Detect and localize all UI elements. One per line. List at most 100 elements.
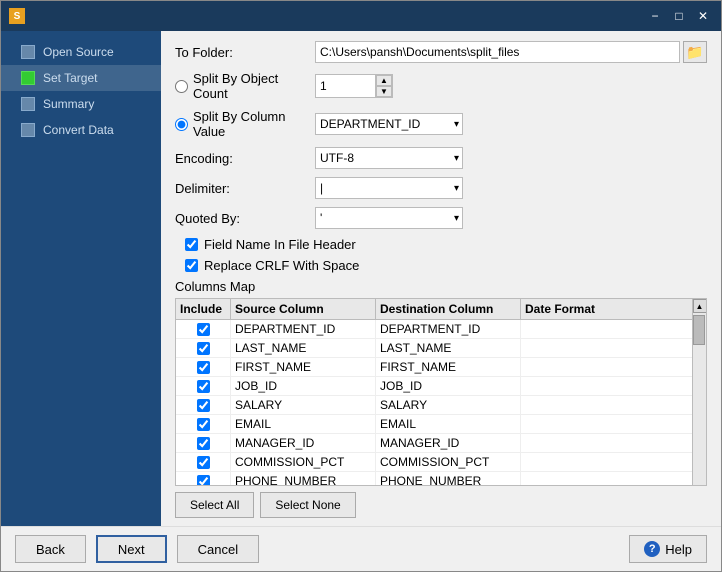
minimize-button[interactable]: −	[645, 7, 665, 25]
table-row[interactable]: COMMISSION_PCTCOMMISSION_PCT	[176, 453, 692, 472]
split-by-column-value-label: Split By Column Value	[175, 109, 315, 139]
next-button[interactable]: Next	[96, 535, 167, 563]
header-include: Include	[176, 299, 231, 319]
sidebar: Open Source Set Target Summary Convert D…	[1, 31, 161, 526]
window: S − □ ✕ Open Source Set Target Summary	[0, 0, 722, 572]
sidebar-item-open-source-label: Open Source	[43, 45, 114, 59]
cell-source: SALARY	[231, 396, 376, 414]
cell-dest: LAST_NAME	[376, 339, 521, 357]
row-include-checkbox[interactable]	[197, 456, 210, 469]
table-row[interactable]: LAST_NAMELAST_NAME	[176, 339, 692, 358]
help-button[interactable]: ? Help	[629, 535, 707, 563]
row-include-checkbox[interactable]	[197, 399, 210, 412]
table-row[interactable]: DEPARTMENT_IDDEPARTMENT_ID	[176, 320, 692, 339]
spinner-up[interactable]: ▲	[376, 75, 392, 86]
row-include-checkbox[interactable]	[197, 380, 210, 393]
cell-date	[521, 339, 692, 357]
table-row[interactable]: MANAGER_IDMANAGER_ID	[176, 434, 692, 453]
to-folder-input-container: 📁	[315, 41, 707, 63]
browse-button[interactable]: 📁	[683, 41, 707, 63]
back-button[interactable]: Back	[15, 535, 86, 563]
cell-date	[521, 415, 692, 433]
cell-source: FIRST_NAME	[231, 358, 376, 376]
object-count-input[interactable]	[316, 75, 376, 97]
window-controls: − □ ✕	[645, 7, 713, 25]
column-value-select[interactable]: DEPARTMENT_ID	[315, 113, 463, 135]
row-include-checkbox[interactable]	[197, 361, 210, 374]
to-folder-input[interactable]	[315, 41, 680, 63]
row-include-checkbox[interactable]	[197, 475, 210, 487]
field-name-label[interactable]: Field Name In File Header	[204, 237, 356, 252]
row-include-checkbox[interactable]	[197, 342, 210, 355]
cell-date	[521, 434, 692, 452]
replace-crlf-row: Replace CRLF With Space	[175, 258, 707, 273]
cell-include	[176, 358, 231, 376]
footer: Back Next Cancel ? Help	[1, 526, 721, 571]
cell-source: EMAIL	[231, 415, 376, 433]
cell-dest: MANAGER_ID	[376, 434, 521, 452]
sidebar-item-set-target[interactable]: Set Target	[1, 65, 161, 91]
replace-crlf-checkbox[interactable]	[185, 259, 198, 272]
sidebar-item-convert-data[interactable]: Convert Data	[1, 117, 161, 143]
sidebar-item-open-source[interactable]: Open Source	[1, 39, 161, 65]
header-source: Source Column	[231, 299, 376, 319]
table-row[interactable]: SALARYSALARY	[176, 396, 692, 415]
encoding-select[interactable]: UTF-8	[315, 147, 463, 169]
cell-dest: EMAIL	[376, 415, 521, 433]
split-by-column-value-radio[interactable]	[175, 118, 188, 131]
to-folder-row: To Folder: 📁	[175, 41, 707, 63]
main-panel: To Folder: 📁 Split By Object Count ▲	[161, 31, 721, 526]
encoding-label: Encoding:	[175, 151, 315, 166]
close-button[interactable]: ✕	[693, 7, 713, 25]
cell-source: MANAGER_ID	[231, 434, 376, 452]
spinner-down[interactable]: ▼	[376, 86, 392, 97]
spinner-container: ▲ ▼	[315, 74, 393, 98]
encoding-select-wrapper: UTF-8	[315, 147, 463, 169]
row-include-checkbox[interactable]	[197, 323, 210, 336]
column-value-select-wrapper: DEPARTMENT_ID	[315, 113, 463, 135]
replace-crlf-label[interactable]: Replace CRLF With Space	[204, 258, 359, 273]
row-include-checkbox[interactable]	[197, 418, 210, 431]
open-source-icon	[21, 45, 35, 59]
cell-date	[521, 472, 692, 486]
table-row[interactable]: EMAILEMAIL	[176, 415, 692, 434]
bottom-buttons: Select All Select None	[175, 492, 707, 518]
main-content: Open Source Set Target Summary Convert D…	[1, 31, 721, 526]
cell-include	[176, 339, 231, 357]
scroll-track	[693, 313, 707, 486]
row-include-checkbox[interactable]	[197, 437, 210, 450]
split-by-object-count-label: Split By Object Count	[175, 71, 315, 101]
select-none-button[interactable]: Select None	[260, 492, 355, 518]
table-inner: Include Source Column Destination Column…	[176, 299, 692, 486]
convert-data-icon	[21, 123, 35, 137]
cell-source: DEPARTMENT_ID	[231, 320, 376, 338]
field-name-checkbox[interactable]	[185, 238, 198, 251]
cell-dest: SALARY	[376, 396, 521, 414]
cell-include	[176, 320, 231, 338]
scrollbar[interactable]: ▲ ▼	[692, 299, 706, 486]
cell-date	[521, 396, 692, 414]
quoted-by-select[interactable]: '	[315, 207, 463, 229]
table-row[interactable]: FIRST_NAMEFIRST_NAME	[176, 358, 692, 377]
cell-dest: JOB_ID	[376, 377, 521, 395]
cell-include	[176, 472, 231, 486]
scroll-up-button[interactable]: ▲	[693, 299, 707, 313]
split-by-object-count-radio[interactable]	[175, 80, 188, 93]
maximize-button[interactable]: □	[669, 7, 689, 25]
sidebar-item-summary[interactable]: Summary	[1, 91, 161, 117]
help-icon: ?	[644, 541, 660, 557]
scroll-thumb	[693, 315, 705, 345]
cell-source: COMMISSION_PCT	[231, 453, 376, 471]
cell-source: LAST_NAME	[231, 339, 376, 357]
cell-include	[176, 396, 231, 414]
cell-dest: COMMISSION_PCT	[376, 453, 521, 471]
cancel-button[interactable]: Cancel	[177, 535, 259, 563]
table-row[interactable]: JOB_IDJOB_ID	[176, 377, 692, 396]
delimiter-select[interactable]: |	[315, 177, 463, 199]
select-all-button[interactable]: Select All	[175, 492, 254, 518]
title-bar: S − □ ✕	[1, 1, 721, 31]
quoted-by-select-wrapper: '	[315, 207, 463, 229]
table-row[interactable]: PHONE_NUMBERPHONE_NUMBER	[176, 472, 692, 486]
cell-dest: PHONE_NUMBER	[376, 472, 521, 486]
sidebar-item-set-target-label: Set Target	[43, 71, 97, 85]
